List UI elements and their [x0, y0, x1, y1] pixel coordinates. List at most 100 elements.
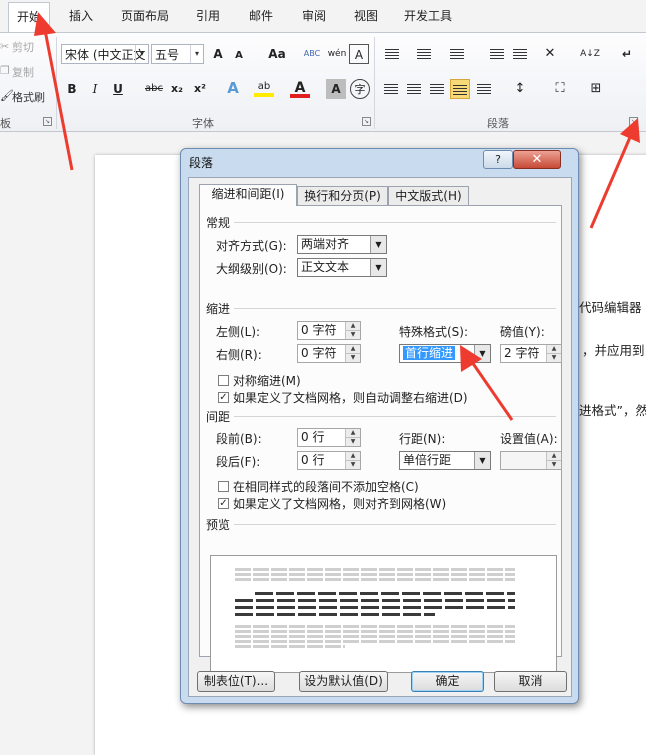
close-button[interactable]: ✕ — [513, 150, 561, 169]
tab-panel: 常规 对齐方式(G): 两端对齐 ▼ 大纲级别(O): 正文文本 ▼ 缩进 左侧… — [199, 205, 562, 673]
phonetic-guide-button[interactable]: wén — [327, 44, 347, 64]
auto-right-indent-checkbox[interactable]: ✓ — [218, 392, 229, 403]
tab-indents-spacing[interactable]: 缩进和间距(I) — [199, 184, 297, 206]
copy-button[interactable]: 复制 — [12, 64, 34, 80]
italic-button[interactable]: I — [85, 79, 105, 99]
special-format-select[interactable]: 首行缩进 ▼ — [399, 344, 491, 363]
spin-up-icon[interactable]: ▲ — [547, 452, 561, 460]
enclose-chars-button[interactable]: 字 — [350, 79, 370, 99]
spin-down-icon[interactable]: ▼ — [346, 353, 360, 362]
outline-level-label: 大纲级别(O): — [216, 262, 287, 276]
tab-asian-typography[interactable]: 中文版式(H) — [388, 186, 469, 205]
decrease-indent-button[interactable] — [487, 44, 507, 64]
align-right-button[interactable] — [427, 79, 447, 99]
grow-font-button[interactable]: A — [208, 44, 228, 64]
outline-level-select[interactable]: 正文文本 ▼ — [297, 258, 387, 277]
divider — [234, 308, 556, 309]
section-spacing: 间距 — [206, 410, 231, 424]
tab-insert[interactable]: 插入 — [69, 6, 93, 26]
ok-button[interactable]: 确定 — [411, 671, 484, 692]
strikethrough-button[interactable]: abc — [144, 79, 164, 99]
paragraph-launcher-icon[interactable]: ↘ — [629, 117, 638, 126]
tab-view[interactable]: 视图 — [354, 6, 378, 26]
spin-down-icon[interactable]: ▼ — [346, 437, 360, 446]
section-general: 常规 — [206, 216, 231, 230]
tab-review[interactable]: 审阅 — [302, 6, 326, 26]
spin-down-icon[interactable]: ▼ — [346, 330, 360, 339]
numbering-button[interactable] — [414, 44, 434, 64]
set-default-button[interactable]: 设为默认值(D) — [299, 671, 388, 692]
tab-line-page-breaks[interactable]: 换行和分页(P) — [297, 186, 388, 205]
change-case-button[interactable]: Aa — [262, 44, 292, 64]
font-name-combo[interactable]: 宋体 (中文正文 ▾ — [61, 44, 149, 64]
spin-down-icon[interactable]: ▼ — [346, 460, 360, 469]
snap-to-grid-checkbox[interactable]: ✓ — [218, 498, 229, 509]
text-effect-button[interactable]: A — [223, 78, 243, 98]
spin-up-icon[interactable]: ▲ — [547, 345, 561, 353]
font-color-button[interactable]: A — [290, 78, 310, 98]
align-left-button[interactable] — [381, 79, 401, 99]
spin-down-icon[interactable]: ▼ — [547, 353, 561, 362]
shrink-font-button[interactable]: A — [229, 46, 249, 66]
align-center-button[interactable] — [404, 79, 424, 99]
clear-format-button[interactable]: ABC — [302, 44, 322, 64]
spin-down-icon[interactable]: ▼ — [547, 460, 561, 469]
bold-button[interactable]: B — [62, 79, 82, 99]
indent-by-spinner[interactable]: 2 字符 ▲ ▼ — [500, 344, 562, 363]
superscript-button[interactable]: x² — [190, 79, 210, 99]
indent-right-spinner[interactable]: 0 字符 ▲ ▼ — [297, 344, 361, 363]
no-space-same-style-checkbox[interactable] — [218, 481, 229, 492]
spin-up-icon[interactable]: ▲ — [346, 322, 360, 330]
show-marks-button[interactable]: ↵ — [617, 44, 637, 64]
paint-bucket-icon[interactable]: ⛶ — [550, 79, 570, 99]
divider — [234, 524, 556, 525]
auto-right-indent-label: 如果定义了文档网格，则自动调整右缩进(D) — [233, 391, 468, 405]
increase-indent-button[interactable] — [510, 44, 530, 64]
outline-level-value: 正文文本 — [301, 260, 350, 274]
cut-button[interactable]: 剪切 — [12, 39, 34, 55]
bullets-button[interactable] — [382, 44, 402, 64]
clipboard-launcher-icon[interactable]: ↘ — [43, 117, 52, 126]
font-size-combo[interactable]: 五号 ▾ — [151, 44, 204, 64]
preview-line — [235, 606, 515, 609]
spin-up-icon[interactable]: ▲ — [346, 452, 360, 460]
subscript-button[interactable]: x₂ — [167, 79, 187, 99]
alignment-select[interactable]: 两端对齐 ▼ — [297, 235, 387, 254]
space-before-spinner[interactable]: 0 行 ▲ ▼ — [297, 428, 361, 447]
multilevel-list-button[interactable] — [447, 44, 467, 64]
doc-text-fragment: 代码编辑器 — [579, 300, 642, 315]
divider — [234, 416, 556, 417]
spacing-at-spinner[interactable]: ▲ ▼ — [500, 451, 562, 470]
space-before-value: 0 行 — [301, 430, 325, 444]
line-spacing-select[interactable]: 单倍行距 ▼ — [399, 451, 491, 470]
format-painter-button[interactable]: 格式刷 — [12, 89, 45, 105]
underline-button[interactable]: U — [108, 79, 128, 99]
preview-line — [235, 578, 515, 581]
tab-developer[interactable]: 开发工具 — [404, 6, 452, 26]
clipboard-group-label: 板 — [0, 117, 11, 130]
asian-layout-icon[interactable]: ✕ — [540, 44, 560, 64]
sort-button[interactable]: A↓Z — [580, 44, 600, 64]
preview-line — [255, 592, 515, 595]
space-after-spinner[interactable]: 0 行 ▲ ▼ — [297, 451, 361, 470]
tab-references[interactable]: 引用 — [196, 6, 220, 26]
spin-up-icon[interactable]: ▲ — [346, 345, 360, 353]
tab-mailings[interactable]: 邮件 — [249, 6, 273, 26]
line-spacing-icon[interactable]: ↕ — [510, 79, 530, 99]
font-launcher-icon[interactable]: ↘ — [362, 117, 371, 126]
mirror-indents-checkbox[interactable] — [218, 375, 229, 386]
spin-up-icon[interactable]: ▲ — [346, 429, 360, 437]
char-shading-button[interactable]: A — [326, 79, 346, 99]
tabs-button[interactable]: 制表位(T)... — [197, 671, 275, 692]
highlight-button[interactable]: ab — [254, 77, 274, 97]
borders-icon[interactable]: ⊞ — [586, 79, 606, 99]
cancel-button[interactable]: 取消 — [494, 671, 567, 692]
tab-page-layout[interactable]: 页面布局 — [121, 6, 169, 26]
justify-button[interactable] — [450, 79, 470, 99]
indent-left-spinner[interactable]: 0 字符 ▲ ▼ — [297, 321, 361, 340]
mirror-indents-label: 对称缩进(M) — [233, 374, 301, 388]
help-button[interactable]: ? — [483, 150, 513, 169]
tab-home[interactable]: 开始 — [8, 2, 51, 33]
distributed-button[interactable] — [474, 79, 494, 99]
char-border-button[interactable]: A — [349, 44, 369, 64]
